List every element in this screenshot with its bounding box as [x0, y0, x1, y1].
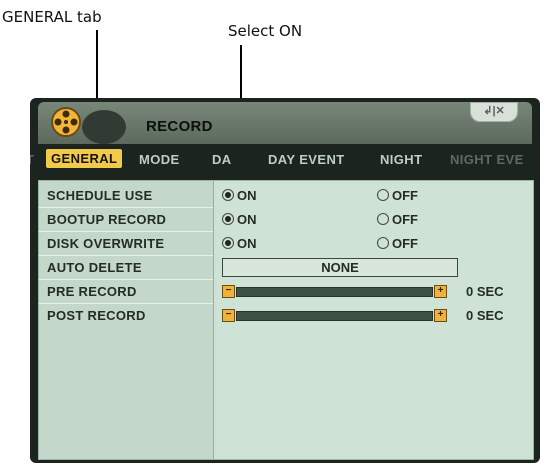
post-record-slider-track[interactable]: [236, 311, 433, 321]
general-tab-callout: GENERAL tab: [2, 8, 102, 26]
window-title: RECORD: [146, 118, 213, 135]
pre-record-slider[interactable]: − +: [222, 285, 447, 298]
disk-overwrite-row: DISK OVERWRITE ON OFF: [39, 232, 533, 255]
radio-unselected-icon: [377, 213, 389, 225]
disk-overwrite-on-radio[interactable]: ON: [222, 236, 257, 251]
bootup-record-label: BOOTUP RECORD: [47, 212, 167, 227]
title-bar: RECORD ↲|✕: [38, 102, 532, 144]
record-dialog: RECORD ↲|✕ T GENERAL MODE DA DAY EVENT N…: [30, 98, 540, 463]
tab-bar: T GENERAL MODE DA DAY EVENT NIGHT NIGHT …: [30, 144, 540, 178]
schedule-use-row: SCHEDULE USE ON OFF: [39, 184, 533, 207]
pre-record-label: PRE RECORD: [47, 284, 137, 299]
window-controls[interactable]: ↲|✕: [470, 102, 518, 122]
settings-panel: SCHEDULE USE ON OFF BOOTUP RECORD ON OFF…: [38, 180, 534, 460]
radio-selected-icon: [222, 189, 234, 201]
tab-night[interactable]: NIGHT: [380, 152, 422, 167]
post-record-row: POST RECORD − + 0 SEC: [39, 304, 533, 327]
bootup-record-row: BOOTUP RECORD ON OFF: [39, 208, 533, 231]
schedule-use-off-radio[interactable]: OFF: [377, 188, 418, 203]
bootup-record-off-label: OFF: [392, 212, 418, 227]
disk-overwrite-label: DISK OVERWRITE: [47, 236, 165, 251]
radio-unselected-icon: [377, 189, 389, 201]
disk-overwrite-off-label: OFF: [392, 236, 418, 251]
post-record-plus-button[interactable]: +: [434, 309, 447, 322]
post-record-value: 0 SEC: [466, 308, 504, 323]
tab-mode[interactable]: MODE: [139, 152, 180, 167]
pre-record-minus-button[interactable]: −: [222, 285, 235, 298]
auto-delete-label: AUTO DELETE: [47, 260, 142, 275]
tab-night-event[interactable]: NIGHT EVE: [450, 152, 524, 167]
post-record-label: POST RECORD: [47, 308, 146, 323]
tab-day-event[interactable]: DAY EVENT: [268, 152, 345, 167]
pre-record-plus-button[interactable]: +: [434, 285, 447, 298]
tab-general[interactable]: GENERAL: [46, 149, 123, 168]
auto-delete-row: AUTO DELETE NONE: [39, 256, 533, 279]
select-on-callout: Select ON: [228, 22, 303, 40]
tab-day[interactable]: DA: [212, 152, 232, 167]
bootup-record-on-label: ON: [237, 212, 257, 227]
disk-overwrite-off-radio[interactable]: OFF: [377, 236, 418, 251]
schedule-use-label: SCHEDULE USE: [47, 188, 153, 203]
pre-record-row: PRE RECORD − + 0 SEC: [39, 280, 533, 303]
schedule-use-on-radio[interactable]: ON: [222, 188, 257, 203]
schedule-use-off-label: OFF: [392, 188, 418, 203]
auto-delete-select[interactable]: NONE: [222, 258, 458, 277]
tab-partial-left: T: [30, 152, 34, 167]
camera-silhouette-icon: [82, 110, 126, 144]
bootup-record-off-radio[interactable]: OFF: [377, 212, 418, 227]
schedule-use-on-label: ON: [237, 188, 257, 203]
pre-record-value: 0 SEC: [466, 284, 504, 299]
disk-overwrite-on-label: ON: [237, 236, 257, 251]
post-record-slider[interactable]: − +: [222, 309, 447, 322]
radio-selected-icon: [222, 213, 234, 225]
bootup-record-on-radio[interactable]: ON: [222, 212, 257, 227]
post-record-minus-button[interactable]: −: [222, 309, 235, 322]
pre-record-slider-track[interactable]: [236, 287, 433, 297]
radio-unselected-icon: [377, 237, 389, 249]
film-reel-icon: [51, 107, 81, 137]
radio-selected-icon: [222, 237, 234, 249]
